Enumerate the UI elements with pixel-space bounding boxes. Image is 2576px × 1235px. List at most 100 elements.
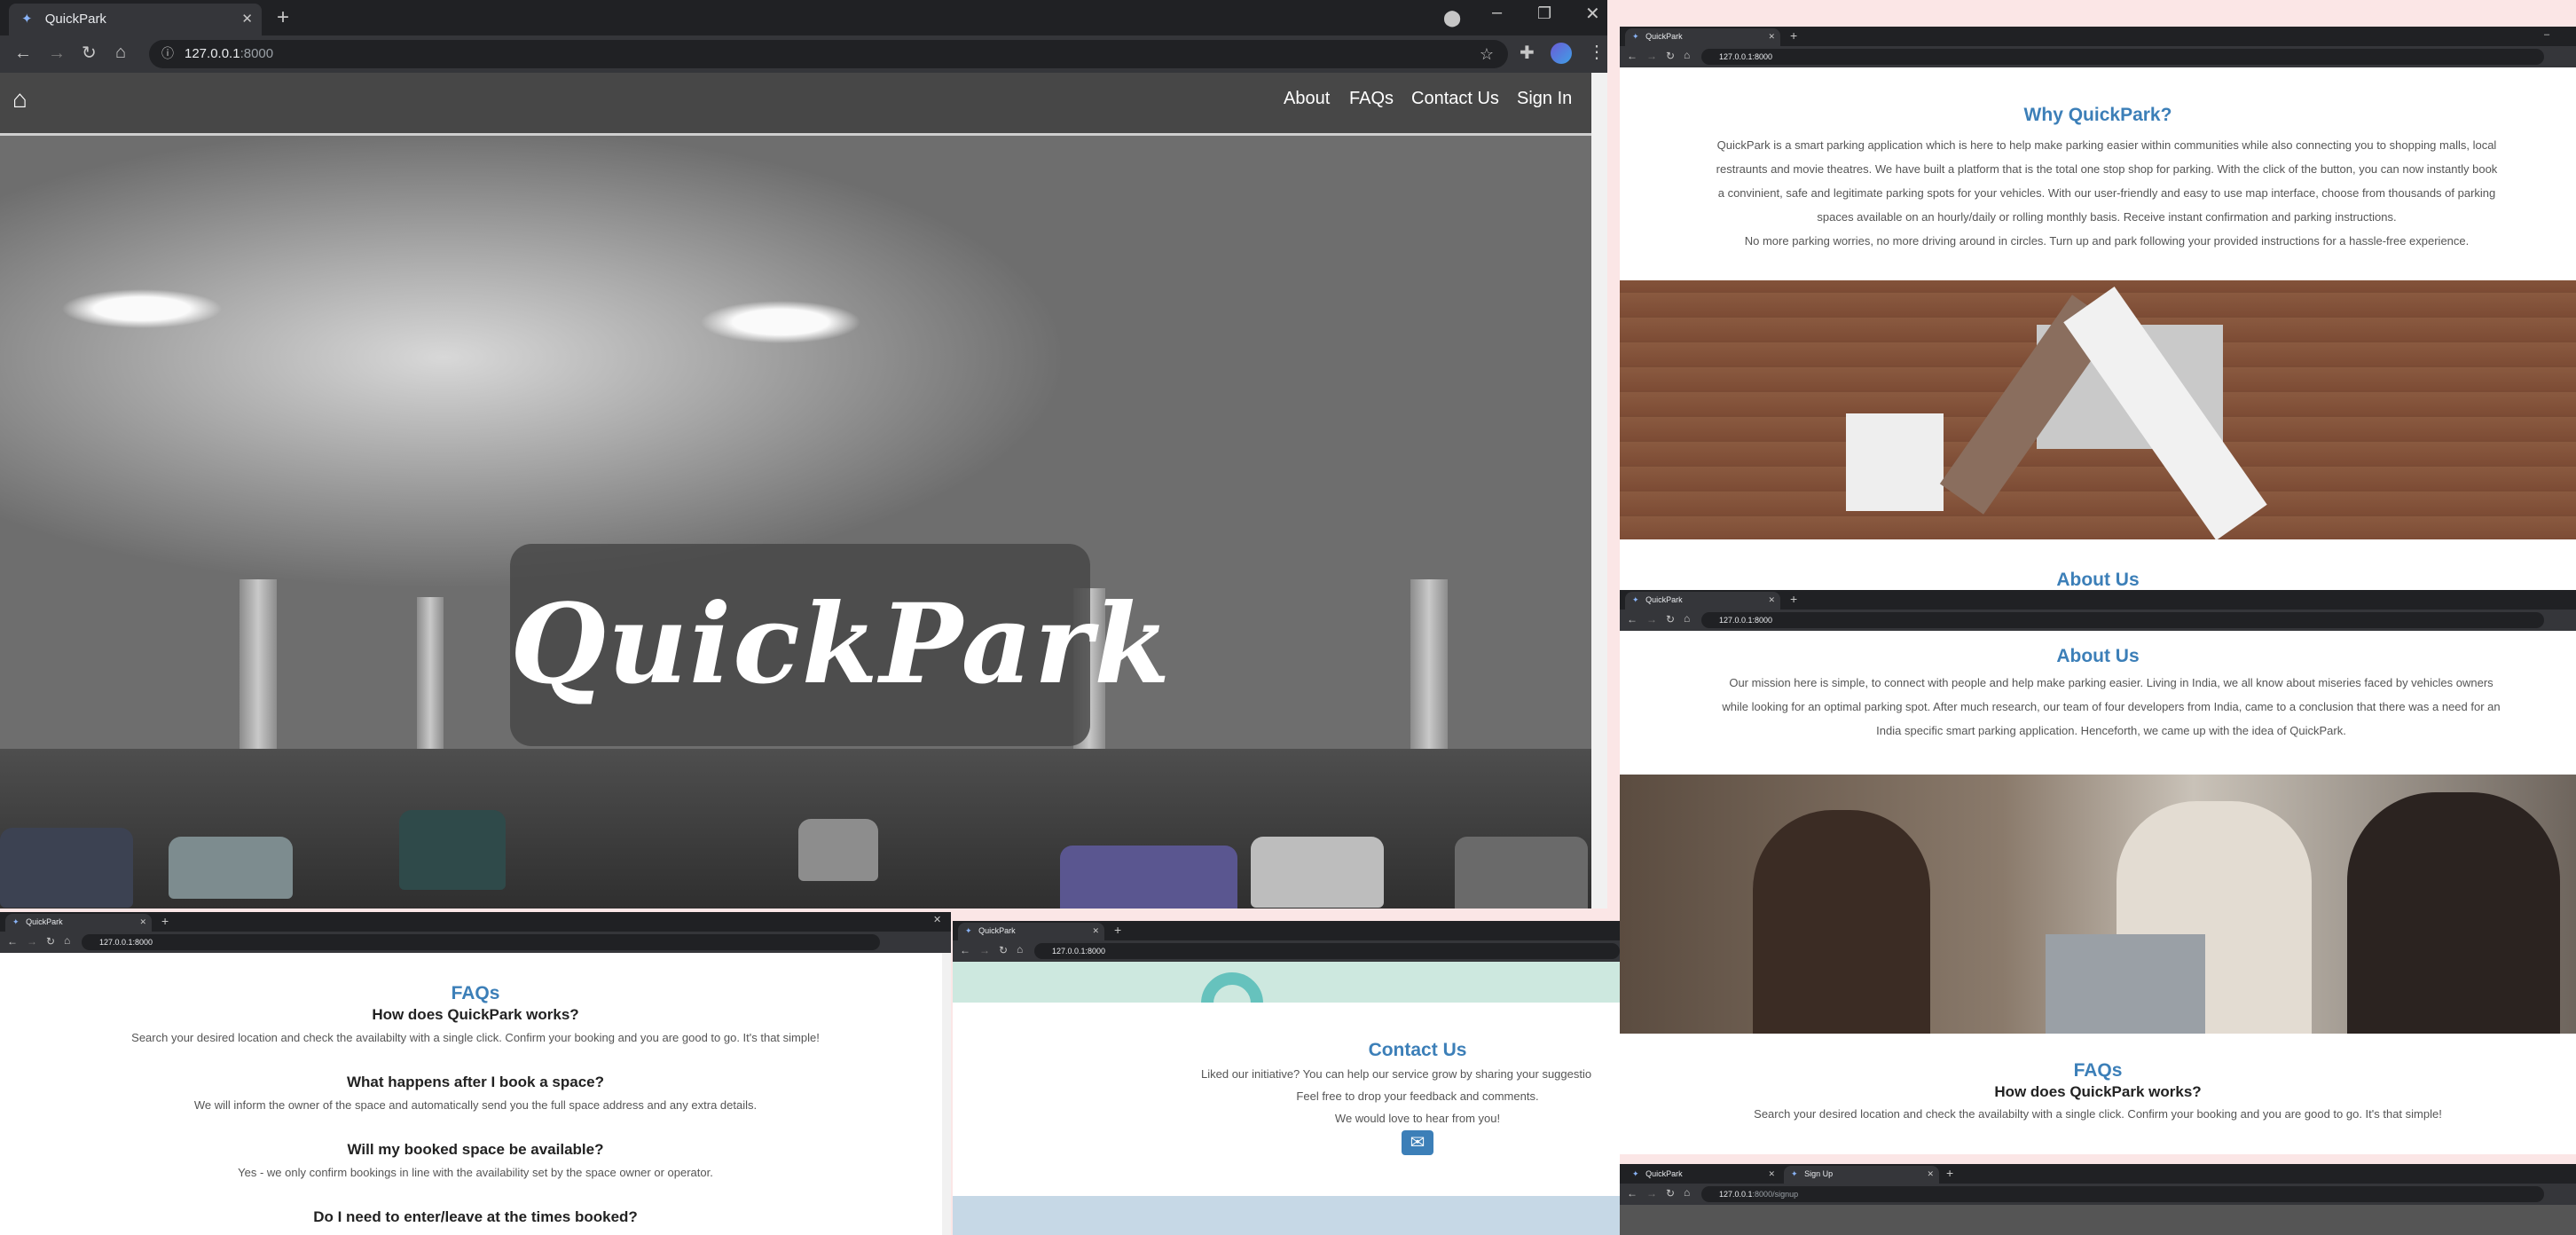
address-bar[interactable]: 127.0.0.1:8000 [1701,49,2544,65]
paragraph-line: restraunts and movie theatres. We have b… [1716,162,2498,176]
tab-signup[interactable]: ✦ Sign Up ✕ [1784,1166,1939,1184]
close-tab-icon[interactable]: ✕ [1927,1169,1934,1179]
forward-icon[interactable]: → [1646,614,1657,625]
reload-icon[interactable]: ↻ [82,44,97,62]
home-icon[interactable]: ⌂ [64,935,70,946]
nav-signin[interactable]: Sign In [1517,89,1572,109]
tab-quickpark[interactable]: ✦ QuickPark ✕ [9,4,262,35]
favicon-icon: ✦ [1632,32,1639,41]
email-icon[interactable]: ✉ [1402,1130,1433,1155]
tab-quickpark[interactable]: ✦ QuickPark ✕ [1625,1166,1780,1184]
home-icon[interactable]: ⌂ [12,85,27,114]
back-icon[interactable]: ← [1627,1188,1637,1199]
close-window-icon[interactable]: ✕ [1585,5,1600,23]
tab-quickpark[interactable]: ✦ QuickPark ✕ [1625,28,1780,46]
paragraph-line: QuickPark is a smart parking application… [1716,138,2497,152]
minimize-icon[interactable]: – [1492,4,1502,21]
nav-about[interactable]: About [1284,89,1330,109]
address-bar[interactable]: 127.0.0.1:8000 [1034,943,1620,959]
car [1455,837,1588,909]
forward-icon[interactable]: → [27,936,37,947]
chrome-menu-icon[interactable]: ⋮ [1588,43,1606,61]
home-icon[interactable]: ⌂ [1684,50,1690,60]
new-tab-icon[interactable]: + [1790,28,1797,43]
forward-icon[interactable]: → [1646,1188,1657,1199]
reload-icon[interactable]: ↻ [1666,614,1675,625]
avatar[interactable] [1551,43,1572,64]
nav-faqs[interactable]: FAQs [1349,89,1394,109]
close-tab-icon[interactable]: ✕ [1768,1169,1775,1179]
url: 127.0.0.1:8000 [1719,52,1773,61]
info-icon[interactable]: ⓘ [161,47,174,59]
paragraph-line: Our mission here is simple, to connect w… [1729,676,2494,689]
why-paragraph: QuickPark is a smart parking application… [1655,133,2558,253]
favicon-icon: ✦ [965,926,972,935]
paragraph-line: India specific smart parking application… [1876,724,2346,737]
faq-answer: Search your desired location and check t… [1754,1107,2442,1121]
forward-icon[interactable]: → [1646,51,1657,61]
address-bar[interactable]: 127.0.0.1:8000 [82,934,880,950]
reload-icon[interactable]: ↻ [1666,1188,1675,1199]
close-tab-icon[interactable]: ✕ [1768,32,1775,42]
tab-quickpark[interactable]: ✦ QuickPark ✕ [5,914,152,932]
url-host: 127.0.0.1 [1719,1190,1753,1199]
nav-contact[interactable]: Contact Us [1411,89,1499,109]
car [169,837,293,899]
forward-icon[interactable]: → [979,945,990,956]
reload-icon[interactable]: ↻ [46,936,55,947]
contact-browser-window: ✦ QuickPark ✕ + ← → ↻ ⌂ 127.0.0.1:8000 C… [953,921,1620,1235]
home-icon[interactable]: ⌂ [115,43,126,61]
address-bar[interactable]: ⓘ 127.0.0.1:8000 ☆ [149,40,1508,68]
tab-title: QuickPark [44,12,106,27]
favicon-icon: ✦ [1632,1169,1639,1178]
new-tab-icon[interactable]: + [1790,592,1797,606]
faq-answer: We will inform the owner of the space an… [193,1098,758,1112]
faq-browser-window: ✦ QuickPark ✕ + ✕ ← → ↻ ⌂ 127.0.0.1:8000… [0,912,951,1235]
profile-menu-icon[interactable]: ⬤ [1443,10,1461,26]
close-window-icon[interactable]: ✕ [933,916,941,925]
back-icon[interactable]: ← [7,936,18,947]
favicon-icon: ✦ [1632,595,1639,604]
back-icon[interactable]: ← [1627,51,1637,61]
extensions-icon[interactable]: ✚ [1520,44,1535,62]
person [2347,792,2560,1034]
favicon-icon: ✦ [12,917,20,926]
new-tab-icon[interactable]: + [1946,1166,1953,1180]
new-tab-icon[interactable]: + [277,5,289,30]
tab-strip: ✦ QuickPark ✕ + [953,921,1620,940]
home-icon[interactable]: ⌂ [1017,944,1023,955]
new-tab-icon[interactable]: + [161,914,169,928]
page-viewport [1620,1205,2576,1235]
close-tab-icon[interactable]: ✕ [241,11,253,27]
new-tab-icon[interactable]: + [1114,923,1121,937]
contact-heading: Contact Us [1368,1040,1467,1060]
contact-banner [953,962,1620,1034]
toolbar: ← → ↻ ⌂ 127.0.0.1:8000/signup [1620,1184,2576,1205]
back-icon[interactable]: ← [960,945,970,956]
laptop [2046,934,2205,1034]
tab-quickpark[interactable]: ✦ QuickPark ✕ [1625,592,1780,610]
back-icon[interactable]: ← [14,44,32,62]
forward-icon[interactable]: → [48,44,66,62]
address-bar[interactable]: 127.0.0.1:8000 [1701,612,2544,628]
close-tab-icon[interactable]: ✕ [1768,595,1775,605]
reload-icon[interactable]: ↻ [1666,51,1675,61]
home-icon[interactable]: ⌂ [1684,1187,1690,1198]
scrollbar[interactable] [1591,73,1607,909]
address-bar[interactable]: 127.0.0.1:8000/signup [1701,1186,2544,1202]
tab-quickpark[interactable]: ✦ QuickPark ✕ [958,923,1104,940]
bookmark-star-icon[interactable]: ☆ [1480,46,1494,62]
faq-question: Do I need to enter/leave at the times bo… [313,1208,638,1225]
hero-parking-image: QuickPark [0,136,1591,909]
close-tab-icon[interactable]: ✕ [1092,926,1099,936]
restore-icon[interactable]: ❐ [1537,5,1551,21]
home-icon[interactable]: ⌂ [1684,613,1690,624]
reload-icon[interactable]: ↻ [999,945,1008,956]
close-window-icon[interactable]: – [2544,30,2549,40]
contact-line: Feel free to drop your feedback and comm… [1296,1089,1539,1103]
page-viewport: FAQs How does QuickPark works? Search yo… [0,953,951,1235]
scrollbar[interactable] [942,953,951,1235]
back-icon[interactable]: ← [1627,614,1637,625]
close-tab-icon[interactable]: ✕ [139,917,146,927]
url-path: :8000/signup [1752,1190,1799,1199]
